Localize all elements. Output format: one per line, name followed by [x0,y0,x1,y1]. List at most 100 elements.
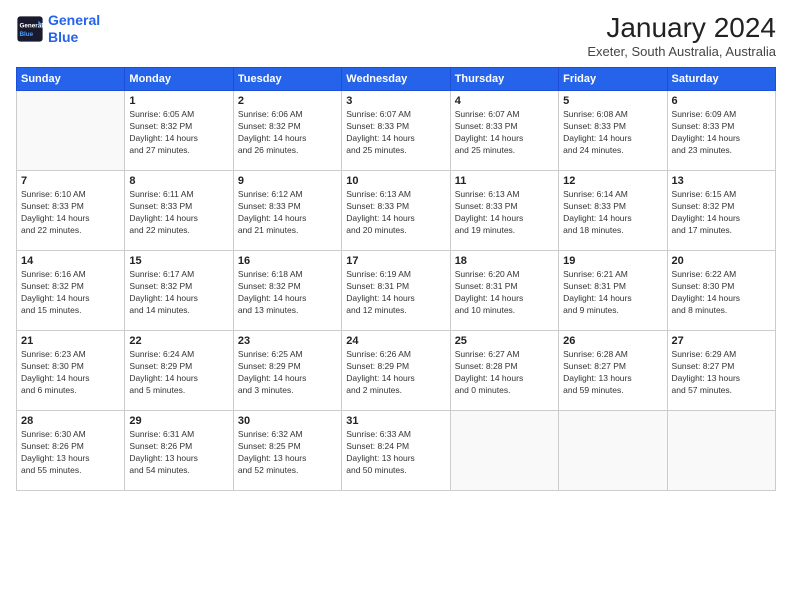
calendar-header-row: Sunday Monday Tuesday Wednesday Thursday… [17,68,776,91]
table-row: 28Sunrise: 6:30 AM Sunset: 8:26 PM Dayli… [17,411,125,491]
day-info: Sunrise: 6:20 AM Sunset: 8:31 PM Dayligh… [455,269,554,317]
table-row: 26 Sunrise: 6:28 AM Sunset: 8:27 PM Dayli… [559,331,667,411]
day-info: Sunrise: 6:09 AM Sunset: 8:33 PM Dayligh… [672,109,771,157]
day-info: Sunrise: 6:15 AM Sunset: 8:32 PM Dayligh… [672,189,771,237]
logo-icon: General Blue [16,15,44,43]
day-number: 16 [238,255,337,267]
page: General Blue General Blue January 2024 E… [0,0,792,612]
table-row [667,411,775,491]
day-info: Sunrise: 6:17 AM Sunset: 8:32 PM Dayligh… [129,269,228,317]
table-row [450,411,558,491]
table-row: 10Sunrise: 6:13 AM Sunset: 8:33 PM Dayli… [342,171,450,251]
day-info: Sunrise: 6:07 AM Sunset: 8:33 PM Dayligh… [346,109,445,157]
table-row: 24 Sunrise: 6:26 AM Sunset: 8:29 PM Dayli… [342,331,450,411]
table-row: 19 Sunrise: 6:21 AM Sunset: 8:31 PM Dayli… [559,251,667,331]
table-row: 12Sunrise: 6:14 AM Sunset: 8:33 PM Dayli… [559,171,667,251]
table-row: 3Sunrise: 6:07 AM Sunset: 8:33 PM Daylig… [342,91,450,171]
col-thursday: Thursday [450,68,558,91]
logo: General Blue General Blue [16,12,100,46]
day-number: 24 [346,335,445,347]
day-number: 13 [672,175,771,187]
table-row: 17 Sunrise: 6:19 AM Sunset: 8:31 PM Dayli… [342,251,450,331]
table-row: 14 Sunrise: 6:16 AM Sunset: 8:32 PM Dayli… [17,251,125,331]
day-info: Sunrise: 6:10 AM Sunset: 8:33 PM Dayligh… [21,189,120,237]
table-row: 30 Sunrise: 6:32 AM Sunset: 8:25 PM Dayli… [233,411,341,491]
calendar-table: Sunday Monday Tuesday Wednesday Thursday… [16,67,776,491]
table-row: 20Sunrise: 6:22 AM Sunset: 8:30 PM Dayli… [667,251,775,331]
day-number: 6 [672,95,771,107]
day-number: 4 [455,95,554,107]
logo-line1: General [48,12,100,28]
day-number: 5 [563,95,662,107]
day-number: 26 [563,335,662,347]
table-row: 2Sunrise: 6:06 AM Sunset: 8:32 PM Daylig… [233,91,341,171]
day-number: 20 [672,255,771,267]
day-number: 7 [21,175,120,187]
calendar-week-row: 14 Sunrise: 6:16 AM Sunset: 8:32 PM Dayli… [17,251,776,331]
day-info: Sunrise: 6:25 AM Sunset: 8:29 PM Dayligh… [238,349,337,397]
logo-line2: Blue [48,29,78,45]
day-info: Sunrise: 6:16 AM Sunset: 8:32 PM Dayligh… [21,269,120,317]
table-row: 6 Sunrise: 6:09 AM Sunset: 8:33 PM Daylig… [667,91,775,171]
day-number: 21 [21,335,120,347]
col-friday: Friday [559,68,667,91]
calendar-week-row: 21 Sunrise: 6:23 AM Sunset: 8:30 PM Dayli… [17,331,776,411]
day-number: 14 [21,255,120,267]
day-number: 22 [129,335,228,347]
day-info: Sunrise: 6:19 AM Sunset: 8:31 PM Dayligh… [346,269,445,317]
day-info: Sunrise: 6:13 AM Sunset: 8:33 PM Dayligh… [455,189,554,237]
table-row: 11Sunrise: 6:13 AM Sunset: 8:33 PM Dayli… [450,171,558,251]
table-row: 27Sunrise: 6:29 AM Sunset: 8:27 PM Dayli… [667,331,775,411]
table-row: 7 Sunrise: 6:10 AM Sunset: 8:33 PM Daylig… [17,171,125,251]
day-info: Sunrise: 6:07 AM Sunset: 8:33 PM Dayligh… [455,109,554,157]
day-number: 9 [238,175,337,187]
day-info: Sunrise: 6:30 AM Sunset: 8:26 PM Dayligh… [21,429,120,477]
table-row: 4 Sunrise: 6:07 AM Sunset: 8:33 PM Daylig… [450,91,558,171]
day-number: 29 [129,415,228,427]
day-info: Sunrise: 6:18 AM Sunset: 8:32 PM Dayligh… [238,269,337,317]
table-row: 5Sunrise: 6:08 AM Sunset: 8:33 PM Daylig… [559,91,667,171]
day-number: 10 [346,175,445,187]
day-number: 2 [238,95,337,107]
day-info: Sunrise: 6:29 AM Sunset: 8:27 PM Dayligh… [672,349,771,397]
col-monday: Monday [125,68,233,91]
table-row: 31Sunrise: 6:33 AM Sunset: 8:24 PM Dayli… [342,411,450,491]
subtitle: Exeter, South Australia, Australia [587,44,776,59]
table-row: 15Sunrise: 6:17 AM Sunset: 8:32 PM Dayli… [125,251,233,331]
day-info: Sunrise: 6:14 AM Sunset: 8:33 PM Dayligh… [563,189,662,237]
day-info: Sunrise: 6:23 AM Sunset: 8:30 PM Dayligh… [21,349,120,397]
table-row [17,91,125,171]
table-row: 18 Sunrise: 6:20 AM Sunset: 8:31 PM Dayli… [450,251,558,331]
table-row: 23 Sunrise: 6:25 AM Sunset: 8:29 PM Dayli… [233,331,341,411]
day-info: Sunrise: 6:32 AM Sunset: 8:25 PM Dayligh… [238,429,337,477]
table-row: 8 Sunrise: 6:11 AM Sunset: 8:33 PM Daylig… [125,171,233,251]
col-saturday: Saturday [667,68,775,91]
month-title: January 2024 [587,12,776,44]
day-info: Sunrise: 6:21 AM Sunset: 8:31 PM Dayligh… [563,269,662,317]
day-info: Sunrise: 6:11 AM Sunset: 8:33 PM Dayligh… [129,189,228,237]
table-row: 13 Sunrise: 6:15 AM Sunset: 8:32 PM Dayli… [667,171,775,251]
day-number: 23 [238,335,337,347]
table-row: 25Sunrise: 6:27 AM Sunset: 8:28 PM Dayli… [450,331,558,411]
day-number: 17 [346,255,445,267]
day-info: Sunrise: 6:31 AM Sunset: 8:26 PM Dayligh… [129,429,228,477]
day-info: Sunrise: 6:27 AM Sunset: 8:28 PM Dayligh… [455,349,554,397]
day-number: 18 [455,255,554,267]
day-info: Sunrise: 6:33 AM Sunset: 8:24 PM Dayligh… [346,429,445,477]
table-row: 22Sunrise: 6:24 AM Sunset: 8:29 PM Dayli… [125,331,233,411]
header: General Blue General Blue January 2024 E… [16,12,776,59]
day-info: Sunrise: 6:05 AM Sunset: 8:32 PM Dayligh… [129,109,228,157]
day-info: Sunrise: 6:28 AM Sunset: 8:27 PM Dayligh… [563,349,662,397]
svg-text:Blue: Blue [20,31,34,38]
day-number: 19 [563,255,662,267]
calendar-week-row: 1Sunrise: 6:05 AM Sunset: 8:32 PM Daylig… [17,91,776,171]
table-row [559,411,667,491]
col-wednesday: Wednesday [342,68,450,91]
table-row: 9Sunrise: 6:12 AM Sunset: 8:33 PM Daylig… [233,171,341,251]
day-number: 30 [238,415,337,427]
table-row: 21 Sunrise: 6:23 AM Sunset: 8:30 PM Dayli… [17,331,125,411]
day-info: Sunrise: 6:26 AM Sunset: 8:29 PM Dayligh… [346,349,445,397]
table-row: 29 Sunrise: 6:31 AM Sunset: 8:26 PM Dayli… [125,411,233,491]
day-number: 8 [129,175,228,187]
table-row: 16 Sunrise: 6:18 AM Sunset: 8:32 PM Dayli… [233,251,341,331]
